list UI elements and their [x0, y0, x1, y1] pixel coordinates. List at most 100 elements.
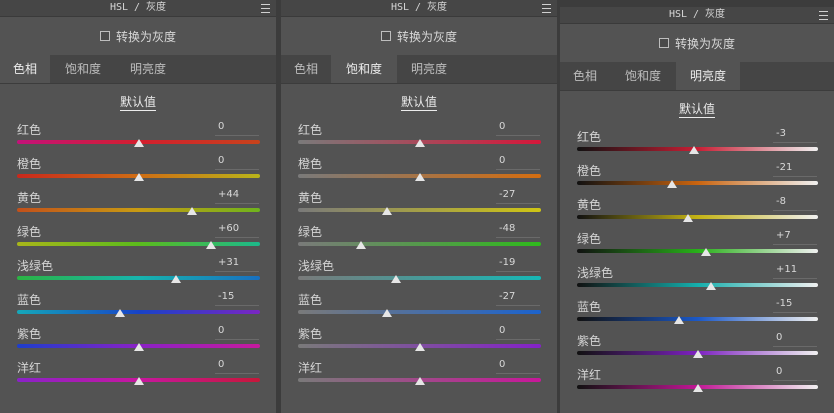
slider-track-blue[interactable]: [577, 317, 818, 321]
slider-thumb[interactable]: [688, 146, 699, 154]
slider-thumb[interactable]: [414, 343, 425, 351]
slider-label: 洋红: [298, 361, 323, 375]
slider-label: 黄色: [577, 198, 602, 212]
slider-value-field[interactable]: +60: [215, 223, 259, 238]
slider-value-field[interactable]: +44: [215, 189, 259, 204]
panel-menu-icon[interactable]: [261, 4, 270, 13]
slider-thumb[interactable]: [206, 241, 217, 249]
tab-saturation[interactable]: 饱和度: [331, 55, 397, 83]
slider-track-green[interactable]: [298, 242, 541, 246]
convert-to-grayscale-row[interactable]: 转换为灰度: [281, 27, 557, 45]
panel-menu-icon[interactable]: [542, 4, 551, 13]
slider-thumb[interactable]: [705, 282, 716, 290]
slider-value-field[interactable]: +7: [773, 230, 817, 245]
hsl-panel-1: HSL / 灰度 转换为灰度 色相 饱和度 明亮度 默认值 红色 0 橙色 0 黄色 +44 绿色 +60…: [0, 0, 276, 413]
slider-row-red: 红色 0: [281, 121, 557, 155]
slider-value-field[interactable]: -15: [773, 298, 817, 313]
slider-value-field[interactable]: -19: [496, 257, 540, 272]
slider-label: 橙色: [298, 157, 323, 171]
slider-thumb[interactable]: [133, 377, 144, 385]
slider-value-field[interactable]: 0: [496, 359, 540, 374]
slider-row-yellow: 黄色 -27: [281, 189, 557, 223]
default-button[interactable]: 默认值: [400, 95, 437, 111]
slider-value-field[interactable]: 0: [215, 325, 259, 340]
slider-track-green[interactable]: [17, 242, 260, 246]
slider-value-field[interactable]: +31: [215, 257, 259, 272]
slider-track-aqua[interactable]: [298, 276, 541, 280]
tab-luminance[interactable]: 明亮度: [116, 55, 180, 83]
slider-thumb[interactable]: [700, 248, 711, 256]
slider-value-field[interactable]: 0: [215, 359, 259, 374]
slider-track-blue[interactable]: [298, 310, 541, 314]
panel-title: HSL / 灰度: [560, 7, 834, 24]
slider-label: 洋红: [17, 361, 42, 375]
slider-thumb[interactable]: [171, 275, 182, 283]
slider-thumb[interactable]: [186, 207, 197, 215]
slider-value-field[interactable]: 0: [496, 155, 540, 170]
slider-row-purple: 紫色 0: [0, 325, 276, 359]
slider-value-field[interactable]: 0: [773, 332, 817, 347]
slider-thumb[interactable]: [133, 343, 144, 351]
slider-value-field[interactable]: -27: [496, 189, 540, 204]
default-button[interactable]: 默认值: [119, 95, 156, 111]
slider-thumb[interactable]: [115, 309, 126, 317]
slider-value-field[interactable]: -8: [773, 196, 817, 211]
slider-value-field[interactable]: -15: [215, 291, 259, 306]
slider-track-blue[interactable]: [17, 310, 260, 314]
slider-row-blue: 蓝色 -15: [0, 291, 276, 325]
slider-track-aqua[interactable]: [577, 283, 818, 287]
hsl-panel-2: HSL / 灰度 转换为灰度 色相 饱和度 明亮度 默认值 红色 0 橙色 0 黄色 -27 绿色 -48…: [281, 0, 557, 413]
slider-thumb[interactable]: [391, 275, 402, 283]
tab-bar: 色相 饱和度 明亮度: [281, 55, 557, 84]
slider-row-blue: 蓝色 -15: [560, 298, 834, 332]
tab-saturation[interactable]: 饱和度: [50, 55, 116, 83]
slider-value-field[interactable]: 0: [496, 121, 540, 136]
tab-luminance[interactable]: 明亮度: [397, 55, 461, 83]
slider-value-field[interactable]: 0: [496, 325, 540, 340]
slider-value-field[interactable]: 0: [215, 155, 259, 170]
slider-row-red: 红色 0: [0, 121, 276, 155]
tab-saturation[interactable]: 饱和度: [610, 62, 676, 90]
default-link-row: 默认值: [281, 93, 557, 111]
panel-menu-icon[interactable]: [819, 11, 828, 20]
slider-thumb[interactable]: [692, 384, 703, 392]
convert-to-grayscale-row[interactable]: 转换为灰度: [0, 27, 276, 45]
default-button[interactable]: 默认值: [678, 102, 715, 118]
slider-track-yellow[interactable]: [298, 208, 541, 212]
slider-thumb[interactable]: [133, 139, 144, 147]
slider-value-field[interactable]: +11: [773, 264, 817, 279]
slider-thumb[interactable]: [692, 350, 703, 358]
convert-to-grayscale-row[interactable]: 转换为灰度: [560, 34, 834, 52]
slider-thumb[interactable]: [133, 173, 144, 181]
slider-label: 蓝色: [17, 293, 42, 307]
tab-luminance[interactable]: 明亮度: [676, 62, 740, 90]
slider-value-field[interactable]: 0: [773, 366, 817, 381]
slider-track-orange[interactable]: [577, 181, 818, 185]
convert-grayscale-checkbox[interactable]: [380, 31, 391, 41]
slider-thumb[interactable]: [414, 377, 425, 385]
slider-row-yellow: 黄色 -8: [560, 196, 834, 230]
slider-track-yellow[interactable]: [17, 208, 260, 212]
slider-thumb[interactable]: [674, 316, 685, 324]
slider-track-green[interactable]: [577, 249, 818, 253]
tab-hue[interactable]: 色相: [0, 55, 50, 83]
slider-value-field[interactable]: 0: [215, 121, 259, 136]
slider-track-aqua[interactable]: [17, 276, 260, 280]
slider-value-field[interactable]: -21: [773, 162, 817, 177]
slider-thumb[interactable]: [414, 139, 425, 147]
slider-thumb[interactable]: [682, 214, 693, 222]
tab-hue[interactable]: 色相: [281, 55, 331, 83]
tab-hue[interactable]: 色相: [560, 62, 610, 90]
slider-thumb[interactable]: [356, 241, 367, 249]
slider-value-field[interactable]: -3: [773, 128, 817, 143]
slider-thumb[interactable]: [667, 180, 678, 188]
convert-grayscale-checkbox[interactable]: [658, 38, 669, 48]
slider-thumb[interactable]: [381, 309, 392, 317]
slider-value-field[interactable]: -48: [496, 223, 540, 238]
tab-bar: 色相 饱和度 明亮度: [560, 62, 834, 91]
slider-track-yellow[interactable]: [577, 215, 818, 219]
slider-thumb[interactable]: [381, 207, 392, 215]
slider-thumb[interactable]: [414, 173, 425, 181]
slider-value-field[interactable]: -27: [496, 291, 540, 306]
convert-grayscale-checkbox[interactable]: [99, 31, 110, 41]
